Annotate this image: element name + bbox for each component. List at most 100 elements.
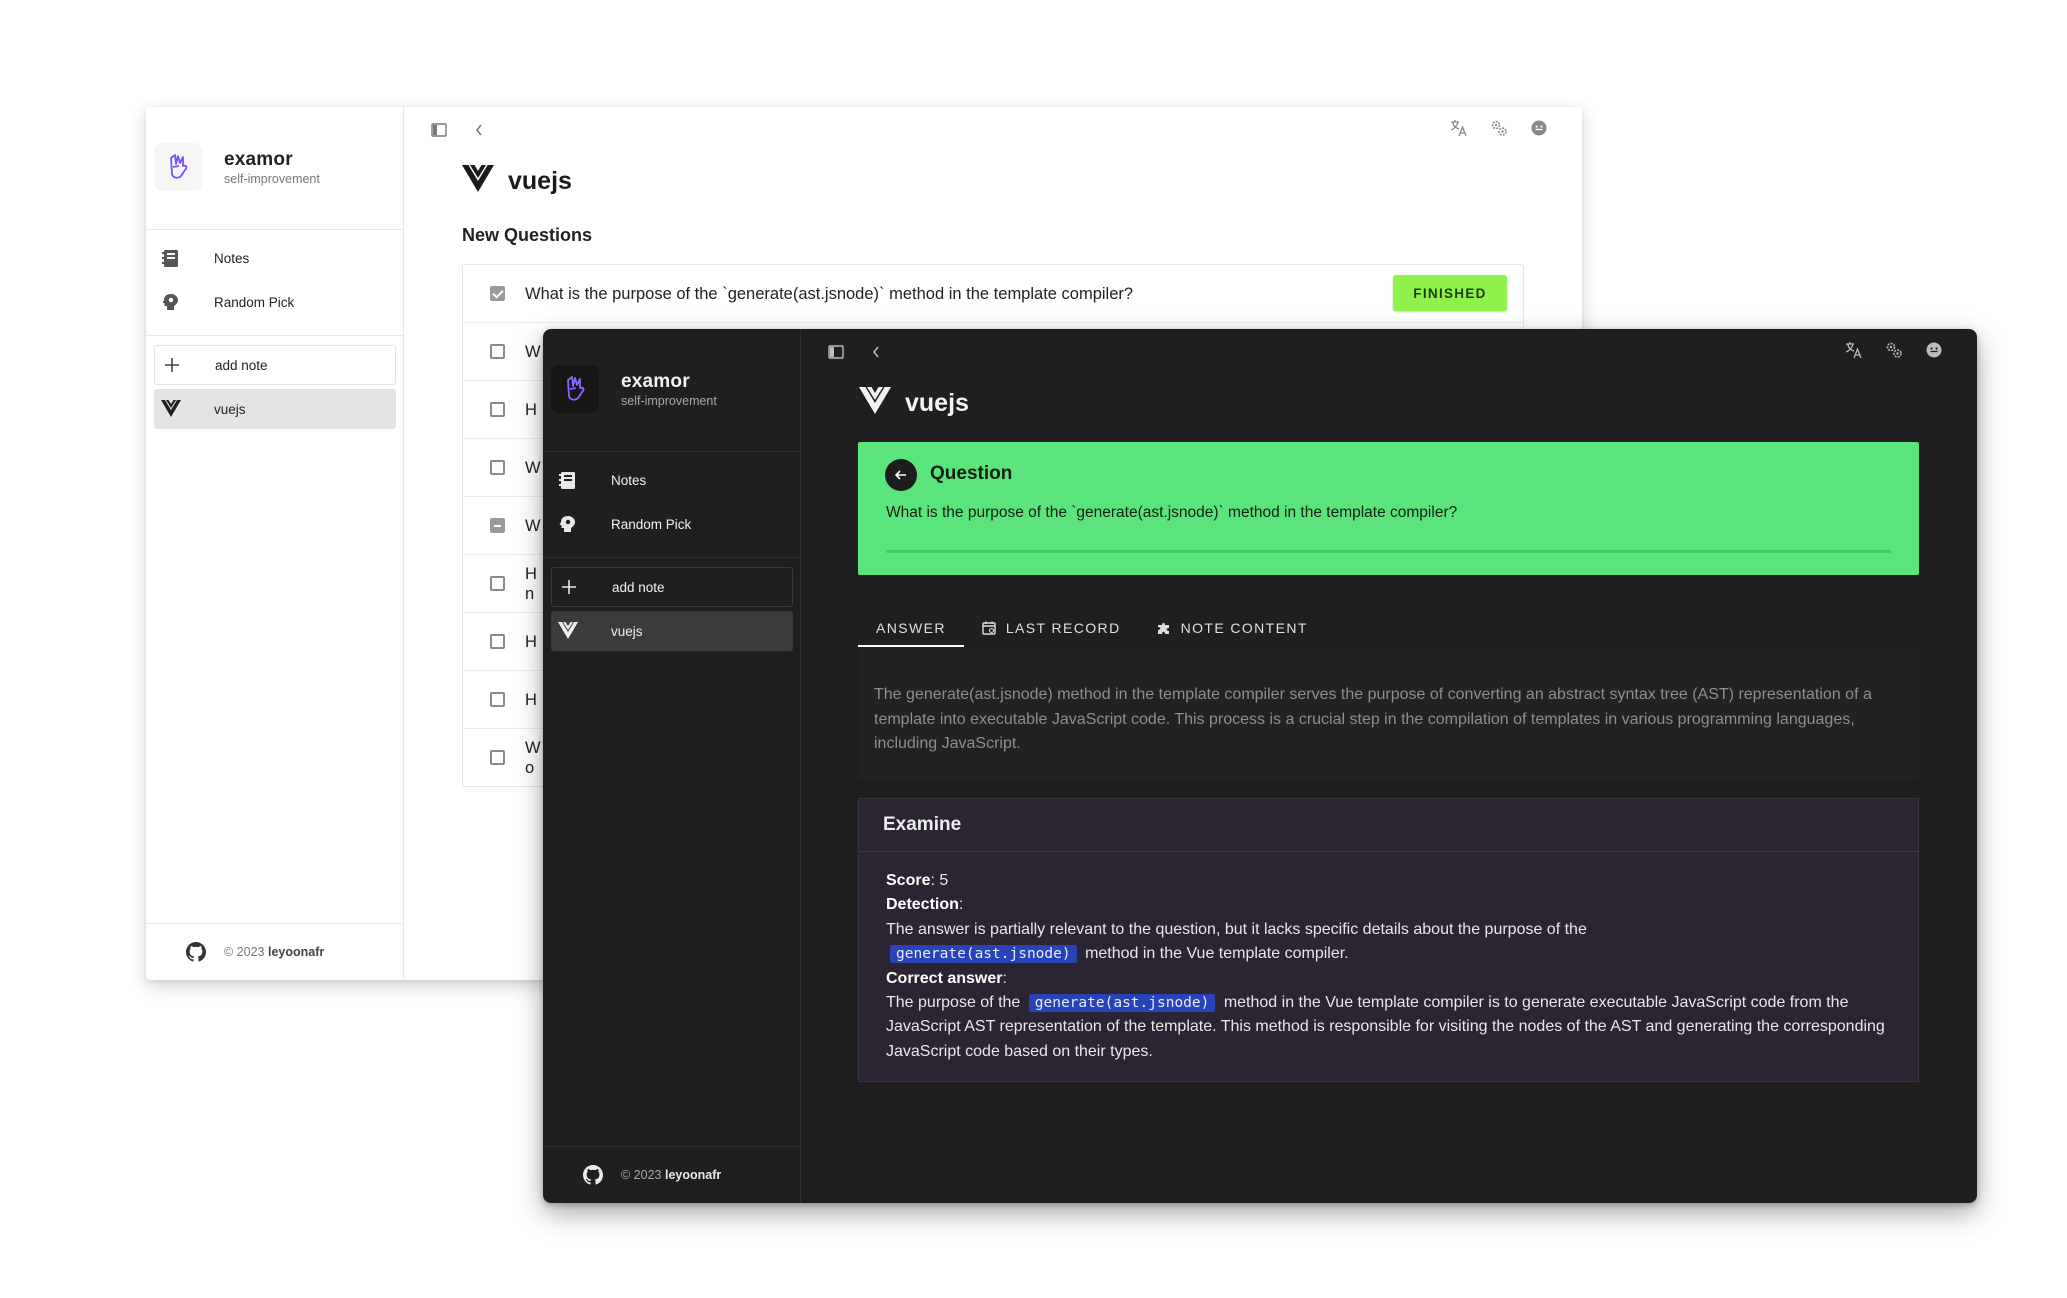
examine-body: Score: 5 Detection: The answer is partia… (886, 869, 1896, 1064)
add-note-label: add note (215, 357, 268, 373)
add-note-label: add note (612, 579, 665, 595)
examor-logo-icon (551, 365, 599, 413)
sidebar-item-label: Random Pick (214, 294, 295, 310)
settings-icon[interactable] (1885, 341, 1903, 359)
question-text: What is the purpose of the `generate(ast… (525, 284, 1134, 303)
sidebar-item-label: Notes (214, 250, 250, 266)
tab-answer[interactable]: ANSWER (858, 609, 964, 647)
tab-note-content[interactable]: NOTE CONTENT (1139, 609, 1326, 647)
tab-label: LAST RECORD (1005, 620, 1121, 636)
sidebar-toggle-icon[interactable] (827, 343, 845, 361)
question-checkbox[interactable] (490, 460, 505, 475)
sidebar-item-label: Random Pick (611, 516, 692, 532)
answer-panel: The generate(ast.jsnode) method in the t… (858, 649, 1919, 779)
brand: examor self-improvement (154, 143, 320, 191)
brand: examor self-improvement (551, 365, 717, 413)
question-text: Hn (525, 564, 537, 603)
add-note-button[interactable]: add note (154, 345, 396, 385)
app-name: examor (621, 370, 690, 392)
sidebar-footer: © 2023 leyoonafr (543, 1146, 800, 1203)
puzzle-icon (1157, 621, 1171, 635)
tab-last-record[interactable]: LAST RECORD (964, 609, 1139, 647)
detection-text: The answer is partially relevant to the … (886, 920, 1587, 964)
tab-bar: ANSWER LAST RECORD NOTE CONTENT (858, 609, 1326, 647)
question-text: H (525, 400, 537, 419)
chevron-left-icon[interactable] (470, 121, 488, 139)
calendar-icon (982, 621, 996, 635)
sidebar: examor self-improvement Notes Random Pic… (543, 329, 801, 1203)
dark-window: examor self-improvement Notes Random Pic… (543, 329, 1977, 1203)
app-tagline: self-improvement (621, 393, 717, 408)
chevron-left-icon[interactable] (867, 343, 885, 361)
sidebar-item-label: vuejs (611, 623, 643, 639)
detection-label-line: Detection: (886, 896, 964, 914)
back-arrow-icon[interactable] (885, 459, 917, 491)
examor-logo-icon (154, 143, 202, 191)
main-content: vuejs Question What is the purpose of th… (801, 329, 1977, 1203)
sidebar-item-vuejs[interactable]: vuejs (154, 389, 396, 429)
question-text: What is the purpose of the `generate(ast… (886, 504, 1458, 521)
question-row[interactable]: What is the purpose of the `generate(ast… (463, 265, 1523, 323)
page-title: vuejs (905, 389, 969, 417)
sidebar: examor self-improvement Notes Random Pic… (146, 107, 404, 980)
sidebar-item-random-pick[interactable]: Random Pick (551, 504, 793, 544)
code-snippet: generate(ast.jsnode) (1028, 994, 1216, 1013)
settings-icon[interactable] (1490, 119, 1508, 137)
question-checkbox[interactable] (490, 692, 505, 707)
finished-badge[interactable]: FINISHED (1393, 275, 1507, 311)
sidebar-item-notes[interactable]: Notes (551, 460, 793, 500)
sidebar-item-notes[interactable]: Notes (154, 238, 396, 278)
github-icon[interactable] (186, 942, 206, 962)
theme-icon[interactable] (1925, 341, 1943, 359)
notebook-icon (551, 469, 585, 491)
question-label: Question (930, 463, 1013, 484)
vue-logo-icon (154, 400, 188, 418)
code-snippet: generate(ast.jsnode) (890, 945, 1077, 964)
question-checkbox[interactable] (490, 286, 505, 301)
tab-label: NOTE CONTENT (1180, 620, 1308, 636)
score-line: Score: 5 (886, 872, 949, 889)
translate-icon[interactable] (1845, 341, 1863, 359)
app-tagline: self-improvement (224, 171, 320, 186)
sidebar-item-label: Notes (611, 472, 647, 488)
theme-icon[interactable] (1530, 119, 1548, 137)
question-card: Question What is the purpose of the `gen… (858, 442, 1919, 575)
question-checkbox[interactable] (490, 344, 505, 359)
examine-title: Examine (859, 799, 1918, 852)
examine-panel: Examine Score: 5 Detection: The answer i… (858, 798, 1919, 1082)
translate-icon[interactable] (1450, 119, 1468, 137)
app-name: examor (224, 148, 293, 170)
copyright: © 2023 leyoonafr (621, 1168, 722, 1182)
lightbulb-head-icon (551, 514, 585, 534)
vue-logo-icon (859, 387, 891, 420)
correct-answer-label-line: Correct answer: (886, 969, 1007, 987)
question-checkbox[interactable] (490, 634, 505, 649)
question-checkbox[interactable] (490, 750, 505, 765)
question-text: W (525, 342, 541, 361)
question-text: Wo (525, 738, 541, 777)
sidebar-item-random-pick[interactable]: Random Pick (154, 282, 396, 322)
question-text: W (525, 458, 541, 477)
plus-icon (552, 579, 586, 595)
question-text: H (525, 632, 537, 651)
question-checkbox[interactable] (490, 402, 505, 417)
copyright: © 2023 leyoonafr (224, 945, 325, 959)
page-title: vuejs (508, 167, 572, 195)
lightbulb-head-icon (154, 292, 188, 312)
question-checkbox[interactable] (490, 518, 505, 533)
vue-logo-icon (551, 622, 585, 640)
tab-label: ANSWER (876, 620, 946, 636)
question-checkbox[interactable] (490, 576, 505, 591)
notebook-icon (154, 247, 188, 269)
answer-text: The generate(ast.jsnode) method in the t… (874, 686, 1872, 752)
add-note-button[interactable]: add note (551, 567, 793, 607)
sidebar-toggle-icon[interactable] (430, 121, 448, 139)
sidebar-item-label: vuejs (214, 401, 246, 417)
sidebar-footer: © 2023 leyoonafr (146, 923, 403, 980)
question-text: W (525, 516, 541, 535)
section-title: New Questions (462, 225, 593, 245)
vue-logo-icon (462, 165, 494, 198)
sidebar-item-vuejs[interactable]: vuejs (551, 611, 793, 651)
progress-bar (886, 550, 1891, 553)
github-icon[interactable] (583, 1165, 603, 1185)
